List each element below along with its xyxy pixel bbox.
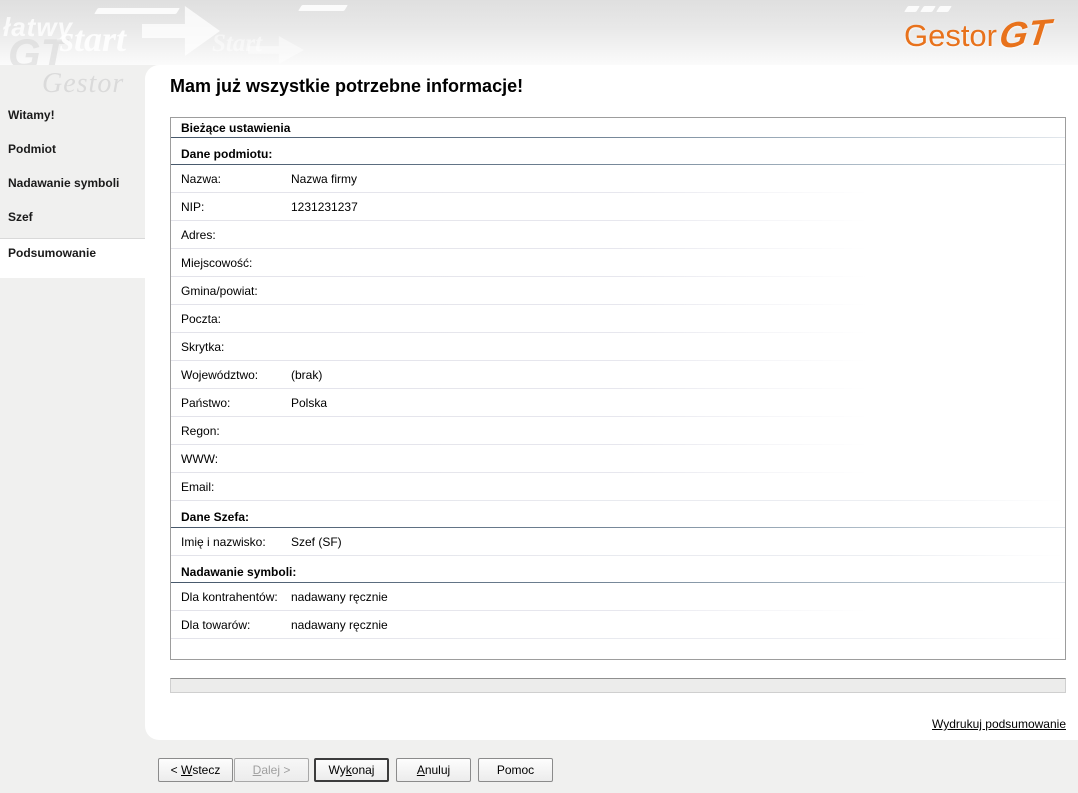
anuluj-button[interactable]: Anuluj — [396, 758, 471, 782]
top-banner: łatwy GT start Start GestorGT — [0, 0, 1078, 65]
decor-dash — [904, 6, 920, 12]
sidebar-item-szef[interactable]: Szef — [0, 200, 145, 234]
row-label: Regon: — [181, 424, 220, 438]
button-label-part: Pomoc — [496, 763, 535, 777]
row-value: 1231231237 — [291, 200, 358, 214]
button-label-part: D — [252, 763, 262, 777]
decor-dash — [936, 6, 952, 12]
row-value: nadawany ręcznie — [291, 590, 388, 604]
summary-row: Gmina/powiat: — [171, 277, 1065, 305]
row-value: nadawany ręcznie — [291, 618, 388, 632]
row-label: Imię i nazwisko: — [181, 535, 266, 549]
row-label: Adres: — [181, 228, 216, 242]
row-value: Szef (SF) — [291, 535, 342, 549]
decor-dash — [920, 6, 936, 12]
sidebar-item-podsumowanie[interactable]: Podsumowanie — [0, 238, 145, 278]
summary-row: NIP: 1231231237 — [171, 193, 1065, 221]
watermark-start: start — [60, 19, 127, 59]
row-label: WWW: — [181, 452, 219, 466]
button-label-part: A — [416, 763, 425, 777]
sidebar-item-nadawanie-symboli[interactable]: Nadawanie symboli — [0, 166, 145, 200]
summary-row: Nazwa: Nazwa firmy — [171, 165, 1065, 193]
summary-row: Adres: — [171, 221, 1065, 249]
wizard-window: łatwy GT start Start GestorGT Gestor Wit… — [0, 0, 1078, 793]
logo-suffix-text: GT — [997, 10, 1053, 57]
summary-row: Email: — [171, 473, 1065, 501]
row-label: Email: — [181, 480, 215, 494]
summary-row: Województwo: (brak) — [171, 361, 1065, 389]
panel-title: Bieżące ustawienia — [181, 121, 291, 135]
section-heading-nadawanie-symboli: Nadawanie symboli: — [181, 565, 297, 579]
decor-dash — [298, 5, 348, 11]
button-label-part: < — [170, 763, 181, 777]
wstecz-button[interactable]: < Wstecz — [158, 758, 233, 782]
summary-panel: Bieżące ustawienia Dane podmiotu: Nazwa:… — [170, 117, 1066, 660]
summary-row: Miejscowość: — [171, 249, 1065, 277]
row-value: Polska — [291, 396, 328, 410]
row-label: Dla towarów: — [181, 618, 251, 632]
pomoc-button[interactable]: Pomoc — [478, 758, 553, 782]
row-label: Województwo: — [181, 368, 259, 382]
gestor-gt-logo: GestorGT — [903, 10, 1053, 57]
button-label-part: onaj — [351, 763, 375, 777]
summary-row: Państwo: Polska — [171, 389, 1065, 417]
summary-row: Imię i nazwisko: Szef (SF) — [171, 528, 1065, 556]
button-label-part: alej > — [261, 763, 291, 777]
summary-row: Dla towarów: nadawany ręcznie — [171, 611, 1065, 639]
wykonaj-button[interactable]: Wykonaj — [314, 758, 389, 782]
decor-dash — [94, 8, 180, 14]
watermark-start2: Start — [212, 30, 263, 57]
summary-row: Dla kontrahentów: nadawany ręcznie — [171, 583, 1065, 611]
row-label: Państwo: — [181, 396, 231, 410]
watermark-gt: GT — [8, 30, 67, 65]
section-heading-dane-szefa: Dane Szefa: — [181, 510, 250, 524]
summary-row: Skrytka: — [171, 333, 1065, 361]
watermark-gestor: Gestor — [42, 68, 125, 99]
row-label: Dla kontrahentów: — [181, 590, 278, 604]
row-label: Miejscowość: — [181, 256, 253, 270]
button-label-part: Wy — [328, 763, 346, 777]
dalej-button: Dalej > — [234, 758, 309, 782]
row-label: Skrytka: — [181, 340, 225, 354]
summary-row: WWW: — [171, 445, 1065, 473]
sidebar-item-witamy[interactable]: Witamy! — [0, 98, 145, 132]
sidebar-item-podmiot[interactable]: Podmiot — [0, 132, 145, 166]
row-label: NIP: — [181, 200, 205, 214]
summary-row: Regon: — [171, 417, 1065, 445]
page-title: Mam już wszystkie potrzebne informacje! — [170, 76, 524, 96]
horizontal-scrollbar — [170, 678, 1066, 693]
section-heading-dane-podmiotu: Dane podmiotu: — [181, 147, 273, 161]
button-label-part: nuluj — [424, 763, 451, 777]
button-label-part: W — [181, 763, 193, 777]
row-value: Nazwa firmy — [291, 172, 358, 186]
summary-row: Poczta: — [171, 305, 1065, 333]
print-summary-link[interactable]: Wydrukuj podsumowanie — [932, 717, 1066, 731]
row-label: Poczta: — [181, 312, 222, 326]
row-label: Gmina/powiat: — [181, 284, 258, 298]
button-label-part: stecz — [192, 763, 221, 777]
logo-brand-text: Gestor — [903, 18, 997, 53]
row-value: (brak) — [291, 368, 323, 382]
row-label: Nazwa: — [181, 172, 222, 186]
